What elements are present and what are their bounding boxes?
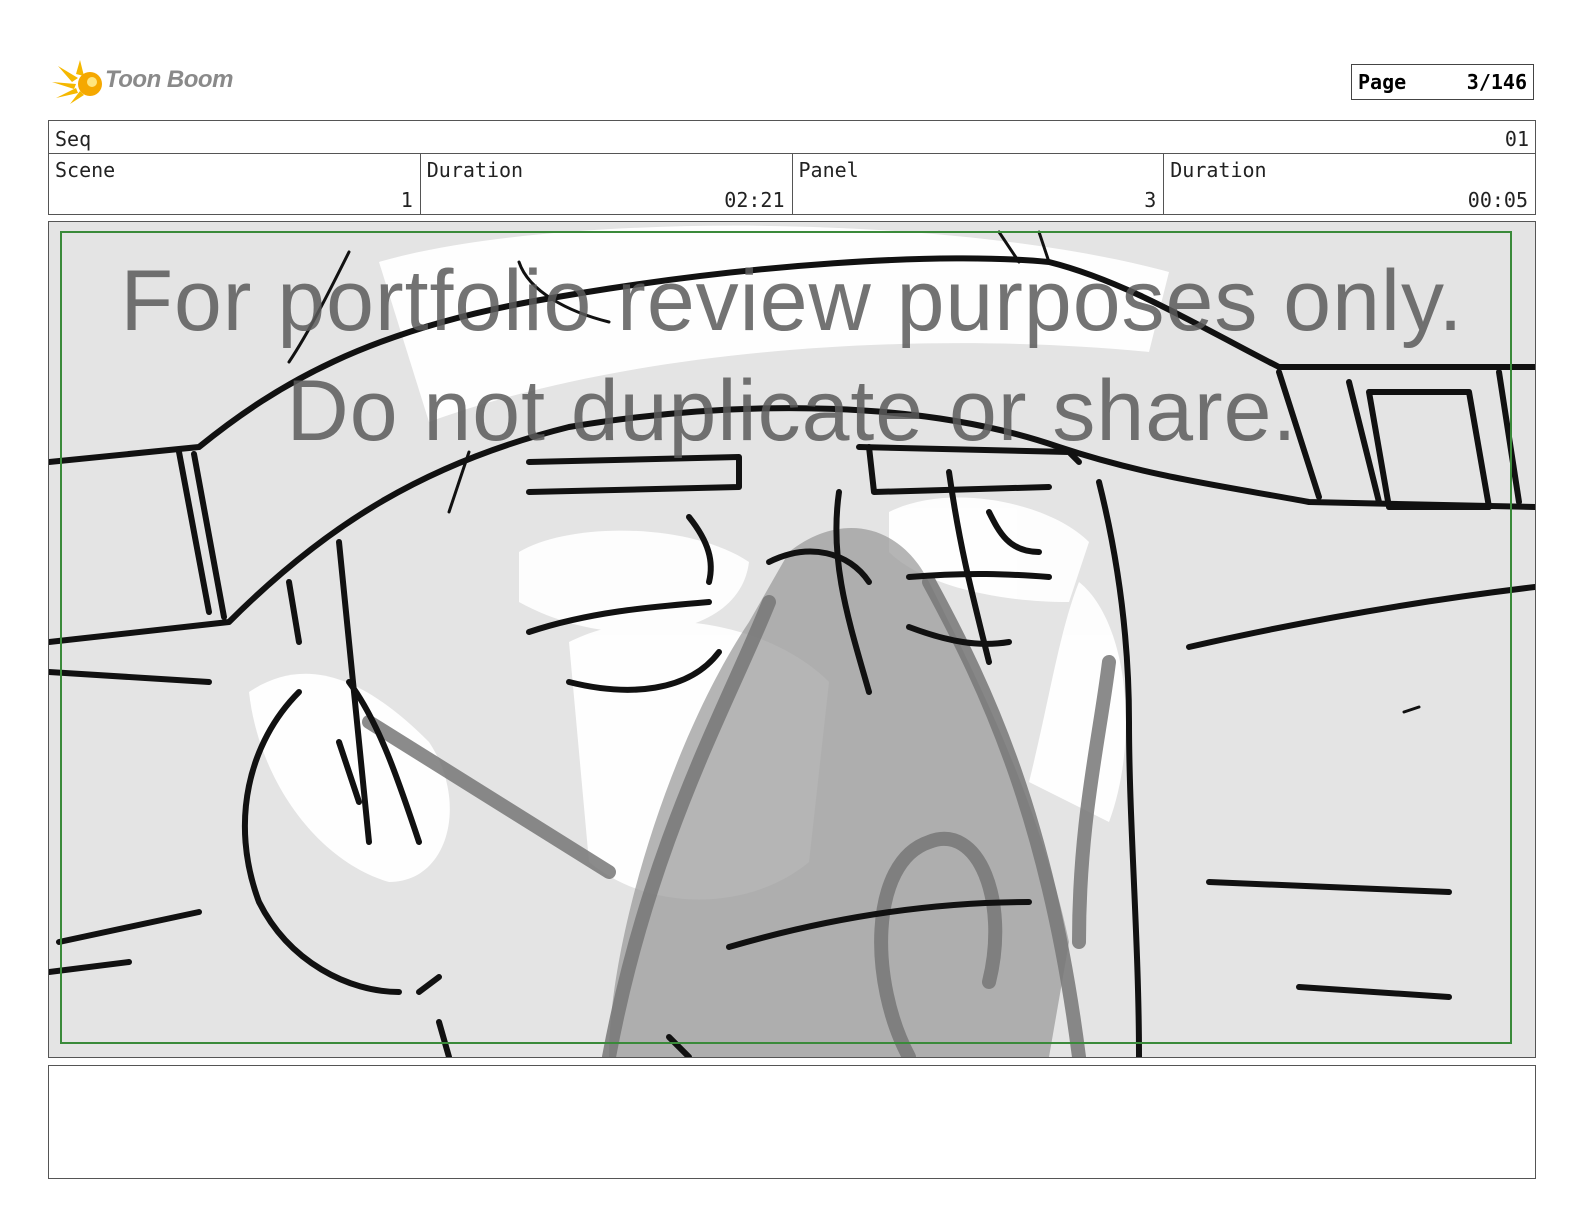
panel-label: Panel <box>798 158 859 182</box>
scene-duration-cell: Duration 02:21 <box>421 153 793 215</box>
panel-duration-cell: Duration 00:05 <box>1164 153 1535 215</box>
panel-duration-value: 00:05 <box>1467 188 1528 212</box>
sequence-row: Seq 01 <box>49 121 1535 154</box>
seq-label: Seq <box>55 127 92 151</box>
panel-cell: Panel 3 <box>793 153 1165 215</box>
scene-duration-label: Duration <box>426 158 524 182</box>
scene-value: 1 <box>400 188 413 212</box>
scene-duration-value: 02:21 <box>724 188 785 212</box>
info-cells: Scene 1 Duration 02:21 Panel 3 Duration … <box>49 153 1535 215</box>
logo-text: Toon Boom <box>105 66 233 93</box>
panel-duration-label: Duration <box>1170 158 1267 182</box>
page-number: 3/146 <box>1466 70 1527 94</box>
seq-value: 01 <box>1504 127 1529 151</box>
page-indicator: Page 3/146 <box>1351 64 1534 100</box>
panel-sketch-drawing <box>49 222 1535 1057</box>
scene-cell: Scene 1 <box>49 153 421 215</box>
scene-label: Scene <box>55 158 116 182</box>
storyboard-panel: For portfolio review purposes only. Do n… <box>48 221 1536 1058</box>
panel-value: 3 <box>1144 188 1157 212</box>
panel-notes-box[interactable] <box>48 1065 1536 1179</box>
page-label: Page <box>1358 70 1407 94</box>
storyboard-info-table: Seq 01 Scene 1 Duration 02:21 Panel 3 Du… <box>48 120 1536 215</box>
